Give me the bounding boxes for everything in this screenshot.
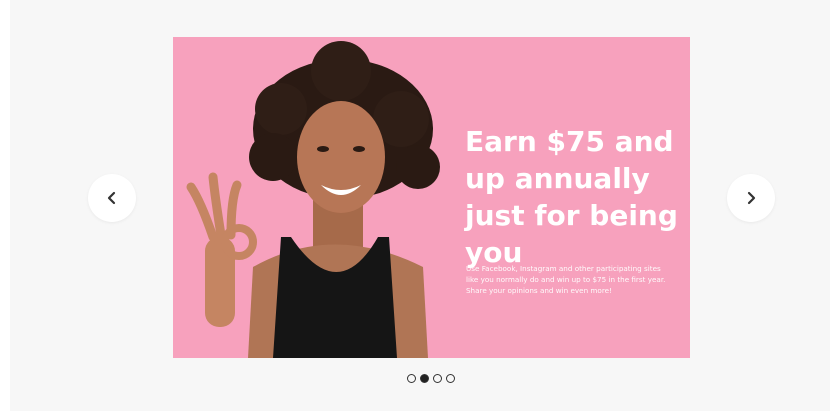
pagination-dot[interactable] [446, 374, 455, 383]
carousel-pagination [407, 374, 455, 383]
next-slide-button[interactable] [727, 174, 775, 222]
chevron-right-icon [747, 191, 756, 205]
pagination-dot[interactable] [433, 374, 442, 383]
pagination-dot[interactable] [407, 374, 416, 383]
carousel-slide: Earn $75 and up annually just for being … [173, 37, 690, 358]
slide-headline: Earn $75 and up annually just for being … [465, 125, 678, 269]
slide-body-text: Use Facebook, Instagram and other partic… [466, 264, 666, 295]
woman-photo [186, 41, 440, 358]
chevron-left-icon [107, 191, 116, 205]
pagination-dot-active[interactable] [420, 374, 429, 383]
previous-slide-button[interactable] [88, 174, 136, 222]
